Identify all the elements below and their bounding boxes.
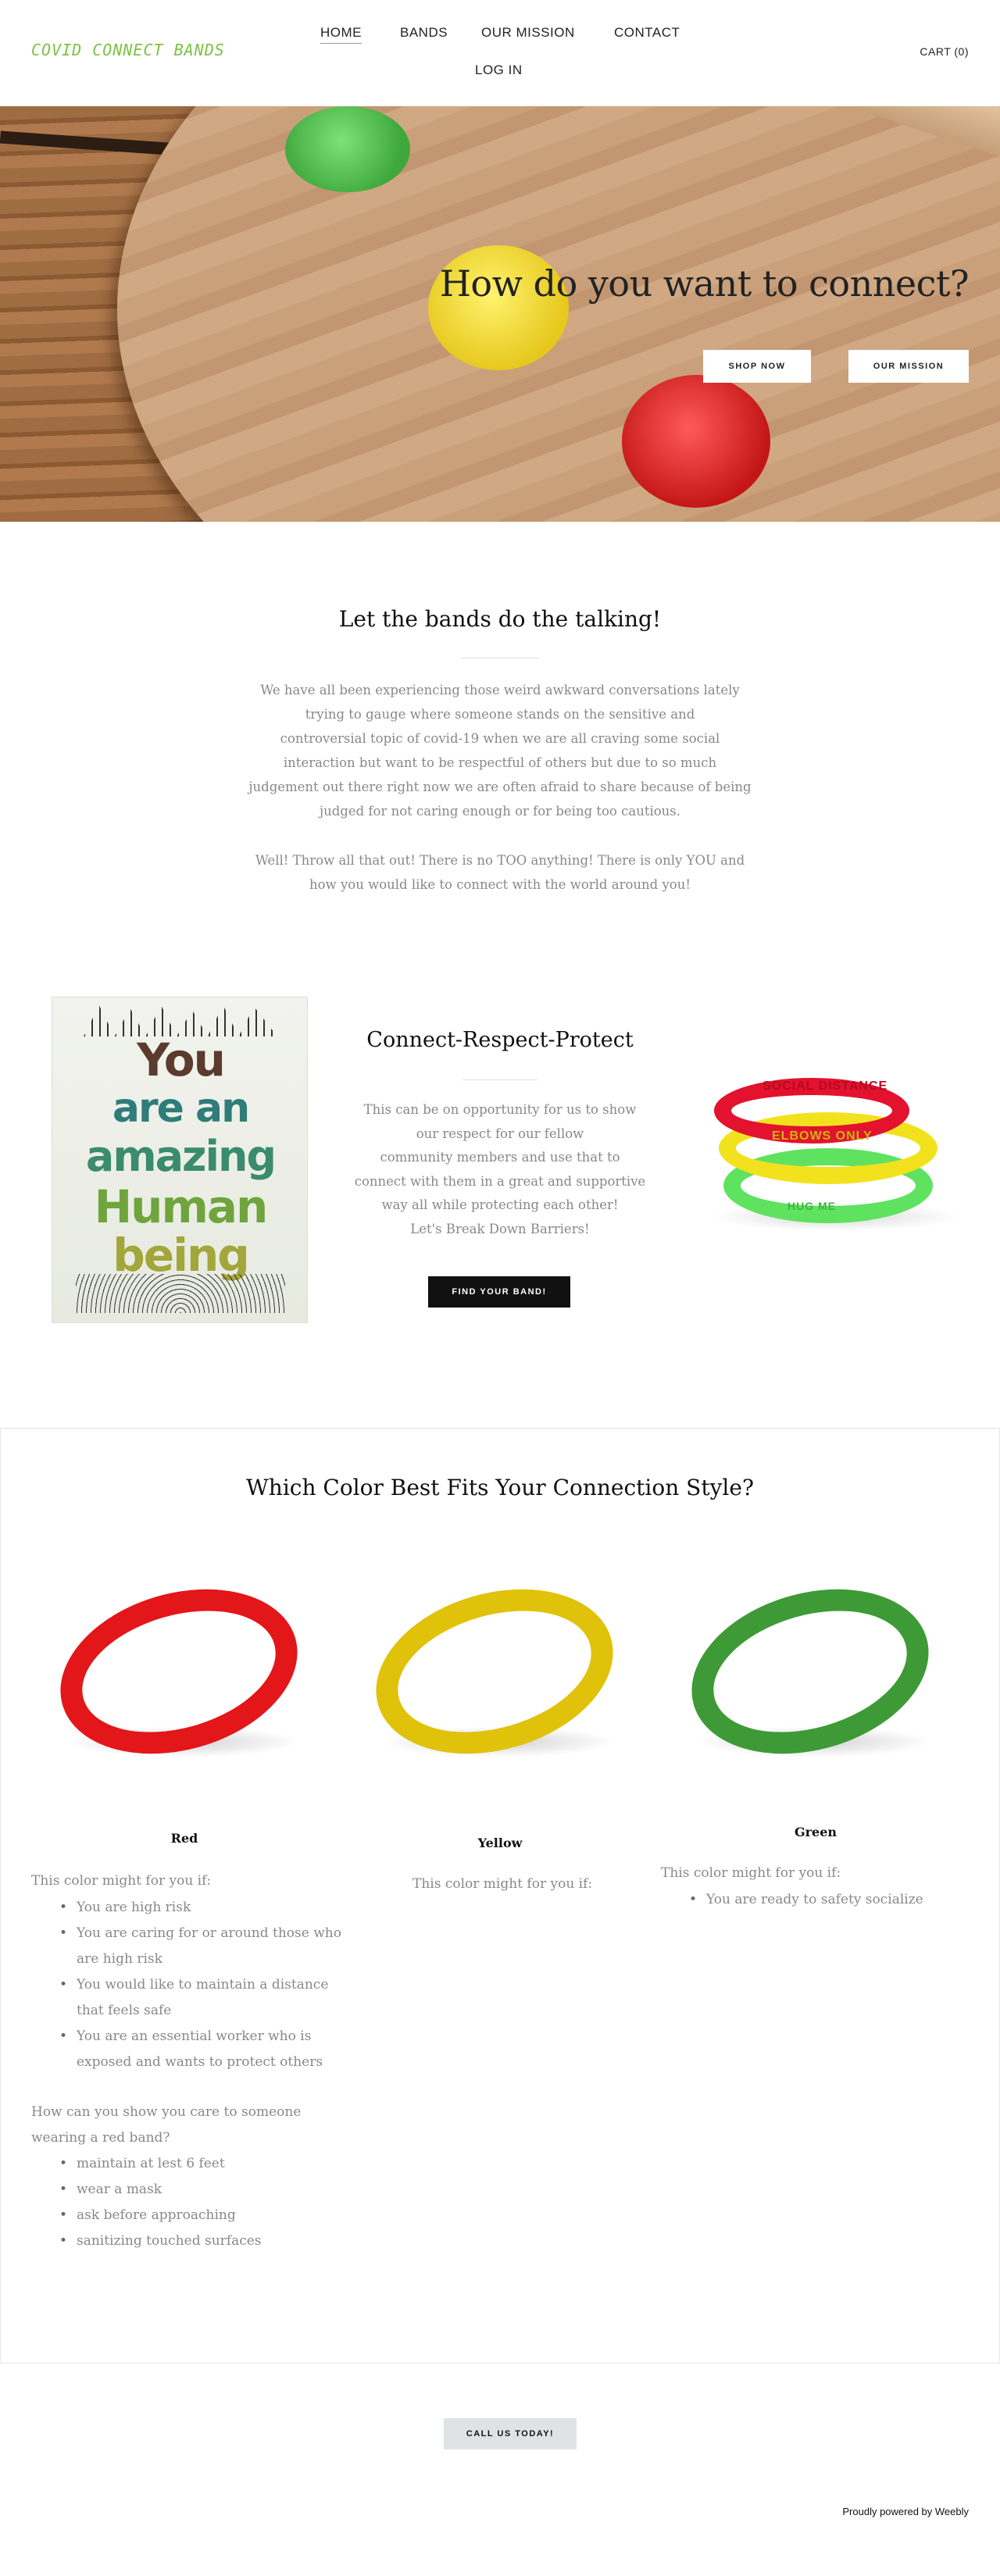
yellow-intro: This color might for you if: bbox=[412, 1876, 593, 1892]
red-question: How can you show you care to someone wea… bbox=[31, 2100, 344, 2151]
hero-banner: How do you want to connect? SHOP NOW OUR… bbox=[0, 106, 1000, 522]
yellow-band-text: ELBOWS ONLY bbox=[772, 1129, 873, 1143]
intro-paragraph-1: We have all been experiencing those weir… bbox=[227, 678, 773, 823]
intro-line: controversial topic of covid-19 when we … bbox=[280, 731, 720, 746]
connect-line: Let's Break Down Barriers! bbox=[410, 1221, 590, 1236]
connect-line: our respect for our fellow bbox=[416, 1126, 584, 1141]
green-bracelet-image bbox=[672, 1563, 948, 1780]
site-logo[interactable]: COVID CONNECT BANDS bbox=[31, 41, 225, 59]
list-item-text: exposed and wants to protect others bbox=[77, 2054, 323, 2070]
our-mission-button[interactable]: OUR MISSION bbox=[848, 350, 969, 383]
green-clay-blob bbox=[285, 106, 410, 192]
nav-contact[interactable]: CONTACT bbox=[614, 25, 680, 41]
poster-line: are an bbox=[112, 1085, 250, 1132]
poster-waves-art bbox=[76, 1274, 285, 1313]
list-item: ask before approaching bbox=[31, 2203, 344, 2228]
list-item: You are ready to safety socialize bbox=[661, 1887, 973, 1913]
connect-line: way all while protecting each other! bbox=[381, 1197, 619, 1212]
green-band-text: HUG ME bbox=[788, 1200, 836, 1212]
list-item-text: that feels safe bbox=[77, 2003, 172, 2018]
weebly-footer-link[interactable]: Proudly powered by Weebly bbox=[842, 2506, 969, 2517]
list-item: wear a mask bbox=[31, 2177, 344, 2203]
green-intro: This color might for you if: bbox=[661, 1865, 841, 1881]
cart-link[interactable]: CART (0) bbox=[920, 45, 969, 58]
red-bracelet-image bbox=[41, 1563, 317, 1780]
yellow-color-name: Yellow bbox=[477, 1836, 523, 1850]
list-item-text: You are high risk bbox=[77, 1900, 191, 1915]
intro-line: judged for not caring enough or for bein… bbox=[319, 804, 681, 819]
connect-title: Connect-Respect-Protect bbox=[366, 1028, 634, 1052]
site-header: COVID CONNECT BANDS HOME BANDS OUR MISSI… bbox=[0, 0, 1000, 106]
shop-now-button[interactable]: SHOP NOW bbox=[703, 350, 811, 383]
poster-line: amazing bbox=[85, 1132, 277, 1181]
list-item-text: You are an essential worker who is bbox=[77, 2028, 312, 2044]
red-tips-list: maintain at lest 6 feet wear a mask ask … bbox=[31, 2151, 344, 2254]
connect-line: connect with them in a great and support… bbox=[354, 1173, 646, 1189]
connect-text: This can be on opportunity for us to sho… bbox=[344, 1098, 656, 1241]
red-reasons-list: You are high risk You are caring for or … bbox=[31, 1895, 344, 2075]
hero-title: How do you want to connect? bbox=[439, 262, 970, 305]
list-item-text: are high risk bbox=[77, 1951, 162, 1967]
list-item: You would like to maintain a distance tha… bbox=[31, 1972, 344, 2024]
intro-line: judgement out there right now we are oft… bbox=[248, 780, 752, 794]
question-line: wearing a red band? bbox=[31, 2130, 170, 2146]
question-line: How can you show you care to someone bbox=[31, 2104, 302, 2120]
list-item-text: You would like to maintain a distance bbox=[77, 1977, 329, 1993]
connect-line: community members and use that to bbox=[380, 1150, 620, 1165]
intro-line: interaction but want to be respectful of… bbox=[283, 755, 717, 770]
nav-log-in[interactable]: LOG IN bbox=[475, 62, 523, 78]
poster-line: Human bbox=[94, 1180, 269, 1233]
list-item: You are an essential worker who is expose… bbox=[31, 2024, 344, 2075]
poster-mountains-art bbox=[84, 1005, 277, 1036]
list-item: You are caring for or around those who ar… bbox=[31, 1921, 344, 1972]
connect-line: This can be on opportunity for us to sho… bbox=[363, 1102, 637, 1117]
color-guide-title: Which Color Best Fits Your Connection St… bbox=[246, 1475, 754, 1500]
intro-line: Well! Throw all that out! There is no TO… bbox=[255, 853, 745, 868]
find-your-band-button[interactable]: FIND YOUR BAND! bbox=[428, 1276, 570, 1308]
red-band-text: SOCIAL DISTANCE bbox=[762, 1079, 888, 1093]
intro-paragraph-2: Well! Throw all that out! There is no TO… bbox=[227, 848, 773, 897]
nav-our-mission[interactable]: OUR MISSION bbox=[481, 25, 575, 41]
connect-divider bbox=[462, 1079, 538, 1080]
nav-home[interactable]: HOME bbox=[320, 25, 362, 44]
call-us-today-button[interactable]: CALL US TODAY! bbox=[444, 2418, 577, 2449]
intro-line: how you would like to connect with the w… bbox=[309, 877, 691, 892]
stacked-bands-image: SOCIAL DISTANCE ELBOWS ONLY HUG ME bbox=[688, 1062, 969, 1250]
list-item-text: You are caring for or around those who bbox=[77, 1925, 341, 1941]
yellow-bracelet-image bbox=[356, 1563, 633, 1780]
poster-line: You bbox=[137, 1033, 226, 1086]
nav-bands[interactable]: BANDS bbox=[400, 25, 448, 41]
red-color-name: Red bbox=[170, 1831, 198, 1846]
intro-line: We have all been experiencing those weir… bbox=[260, 683, 740, 698]
list-item: You are high risk bbox=[31, 1895, 344, 1921]
intro-line: trying to gauge where someone stands on … bbox=[305, 707, 695, 722]
red-clay-blob bbox=[622, 375, 770, 508]
green-color-name: Green bbox=[794, 1825, 838, 1839]
list-item: maintain at lest 6 feet bbox=[31, 2151, 344, 2177]
green-reasons-list: You are ready to safety socialize bbox=[661, 1887, 973, 1913]
list-item: sanitizing touched surfaces bbox=[31, 2228, 344, 2254]
intro-title: Let the bands do the talking! bbox=[338, 606, 662, 632]
red-intro: This color might for you if: bbox=[31, 1873, 212, 1889]
